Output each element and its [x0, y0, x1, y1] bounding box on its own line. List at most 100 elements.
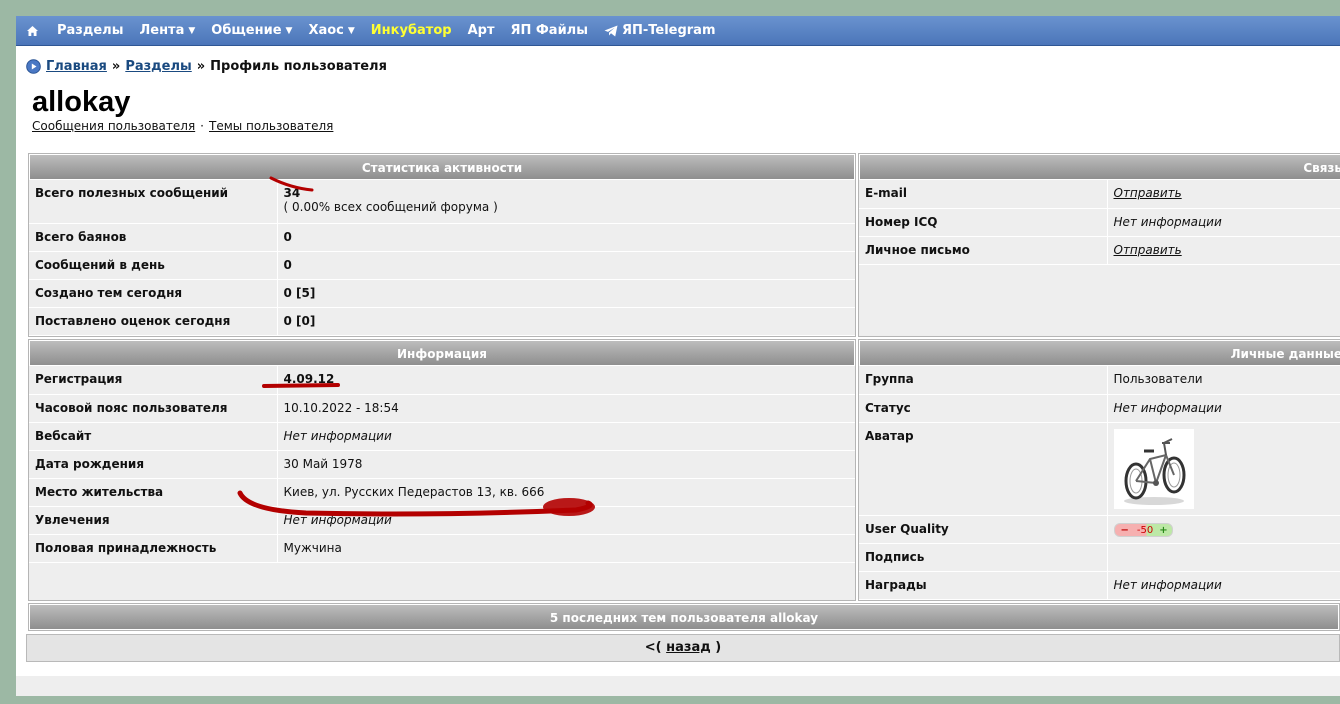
- table-row: Статус Нет информации: [859, 394, 1340, 423]
- info-panel-header: Информация: [29, 340, 855, 366]
- row-label: Номер ICQ: [859, 208, 1108, 237]
- table-row: Регистрация 4.09.12: [29, 366, 855, 395]
- quality-minus-button[interactable]: −: [1121, 525, 1129, 536]
- user-messages-link[interactable]: Сообщения пользователя: [32, 119, 195, 133]
- breadcrumb-sections-link[interactable]: Разделы: [125, 59, 191, 74]
- row-value: Пользователи: [1107, 366, 1340, 395]
- table-row: Сообщений в день 0: [29, 251, 855, 280]
- breadcrumb-current: Профиль пользователя: [210, 58, 387, 74]
- table-row: Личное письмо Отправить: [859, 236, 1340, 265]
- table-row: Поставлено оценок сегодня 0 [0]: [29, 307, 855, 336]
- private-message-link[interactable]: Отправить: [1107, 236, 1340, 265]
- row-value: 0 [5]: [277, 279, 855, 308]
- row-value: Нет информации: [277, 506, 855, 535]
- row-value: 0: [277, 223, 855, 252]
- nav-item-files[interactable]: ЯП Файлы: [510, 23, 587, 38]
- row-label: Сообщений в день: [29, 251, 278, 280]
- telegram-icon: [604, 25, 618, 37]
- personal-table: Группа Пользователи Статус Нет информаци…: [859, 366, 1340, 600]
- table-row: Часовой пояс пользователя 10.10.2022 - 1…: [29, 394, 855, 423]
- row-value: Нет информации: [1107, 394, 1340, 423]
- quality-value: -50: [1136, 524, 1154, 536]
- row-label: Подпись: [859, 543, 1108, 572]
- footer-strip: [16, 676, 1340, 696]
- row-label: Аватар: [859, 422, 1108, 516]
- row-value: [1107, 422, 1340, 516]
- table-row: User Quality − -50 +: [859, 515, 1340, 544]
- breadcrumb: Главная » Разделы » Профиль пользователя: [26, 57, 387, 75]
- contact-table: E-mail Отправить Номер ICQ Нет информаци…: [859, 180, 1340, 265]
- page-title: allokay: [32, 86, 131, 118]
- row-label: Регистрация: [29, 366, 278, 395]
- contact-panel: Связь E-mail Отправить Номер ICQ Нет инф…: [858, 153, 1340, 337]
- quality-plus-button[interactable]: +: [1159, 525, 1167, 536]
- row-value: 34( 0.00% всех сообщений форума ): [277, 180, 855, 224]
- info-table: Регистрация 4.09.12 Часовой пояс пользов…: [29, 366, 855, 563]
- row-label: Место жительства: [29, 478, 278, 507]
- row-value: [1107, 543, 1340, 572]
- nav-item-telegram[interactable]: ЯП-Telegram: [604, 23, 716, 38]
- contact-panel-header: Связь: [859, 154, 1340, 180]
- caret-down-icon: ▼: [347, 25, 355, 36]
- row-label: Половая принадлежность: [29, 534, 278, 563]
- table-row: Создано тем сегодня 0 [5]: [29, 279, 855, 308]
- row-label: Награды: [859, 571, 1108, 600]
- user-links: Сообщения пользователя · Темы пользователя: [32, 119, 334, 133]
- caret-down-icon: ▼: [285, 25, 293, 36]
- table-row: Увлечения Нет информации: [29, 506, 855, 535]
- row-label: User Quality: [859, 515, 1108, 544]
- nav-item-sections[interactable]: Разделы: [57, 23, 123, 38]
- table-row: Место жительства Киев, ул. Русских Педер…: [29, 478, 855, 507]
- recent-topics-header: 5 последних тем пользователя allokay: [29, 604, 1339, 630]
- nav-item-feed[interactable]: Лента ▼: [139, 23, 195, 38]
- table-row: Группа Пользователи: [859, 366, 1340, 395]
- row-label: Создано тем сегодня: [29, 279, 278, 308]
- row-label: Личное письмо: [859, 236, 1108, 265]
- table-row: Аватар: [859, 422, 1340, 516]
- row-label: Дата рождения: [29, 450, 278, 479]
- table-row: Половая принадлежность Мужчина: [29, 534, 855, 563]
- table-row: Награды Нет информации: [859, 571, 1340, 600]
- registration-value: 4.09.12: [277, 366, 855, 395]
- back-bar: <( назад ): [26, 634, 1340, 662]
- breadcrumb-separator: »: [111, 58, 121, 74]
- nav-item-art[interactable]: Арт: [468, 23, 495, 38]
- table-row: Дата рождения 30 Май 1978: [29, 450, 855, 479]
- nav-item-chaos[interactable]: Хаос ▼: [308, 23, 354, 38]
- row-value: Нет информации: [1107, 208, 1340, 237]
- user-topics-link[interactable]: Темы пользователя: [209, 119, 333, 133]
- activity-table: Всего полезных сообщений 34( 0.00% всех …: [29, 180, 855, 336]
- email-send-link[interactable]: Отправить: [1107, 180, 1340, 209]
- caret-down-icon: ▼: [188, 25, 196, 36]
- table-row: Всего полезных сообщений 34( 0.00% всех …: [29, 180, 855, 224]
- row-value: Киев, ул. Русских Педерастов 13, кв. 666: [277, 478, 855, 507]
- row-label: Увлечения: [29, 506, 278, 535]
- page: Разделы Лента ▼ Общение ▼ Хаос ▼ Инкубатор …: [16, 16, 1340, 696]
- activity-panel-header: Статистика активности: [29, 154, 855, 180]
- personal-panel: Личные данные Группа Пользователи Статус…: [858, 339, 1340, 601]
- row-value: 30 Май 1978: [277, 450, 855, 479]
- nav-item-chat[interactable]: Общение ▼: [211, 23, 292, 38]
- back-link[interactable]: назад: [666, 640, 711, 655]
- row-label: Группа: [859, 366, 1108, 395]
- row-label: Вебсайт: [29, 422, 278, 451]
- row-label: Всего баянов: [29, 223, 278, 252]
- breadcrumb-separator: »: [196, 58, 206, 74]
- row-value: Нет информации: [1107, 571, 1340, 600]
- avatar: [1113, 428, 1194, 509]
- row-label: Всего полезных сообщений: [29, 180, 278, 224]
- table-row: Подпись: [859, 543, 1340, 572]
- activity-panel: Статистика активности Всего полезных соо…: [28, 153, 856, 337]
- table-row: E-mail Отправить: [859, 180, 1340, 209]
- row-value: Нет информации: [277, 422, 855, 451]
- row-value: Мужчина: [277, 534, 855, 563]
- row-value: 10.10.2022 - 18:54: [277, 394, 855, 423]
- top-navbar: Разделы Лента ▼ Общение ▼ Хаос ▼ Инкубатор …: [16, 16, 1340, 46]
- nav-item-incubator[interactable]: Инкубатор: [371, 23, 452, 38]
- row-label: Часовой пояс пользователя: [29, 394, 278, 423]
- row-value: 0: [277, 251, 855, 280]
- breadcrumb-home-link[interactable]: Главная: [46, 59, 107, 74]
- recent-topics-bar: 5 последних тем пользователя allokay: [28, 603, 1340, 631]
- table-row: Номер ICQ Нет информации: [859, 208, 1340, 237]
- home-icon[interactable]: [26, 25, 39, 37]
